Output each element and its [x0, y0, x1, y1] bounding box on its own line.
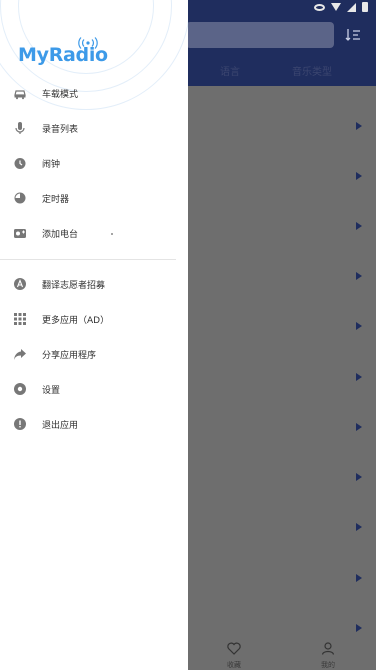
- alarm-clock-icon: [13, 156, 27, 170]
- translate-icon: [13, 277, 27, 291]
- navigation-drawer: MyRadio 车载模式 录音列表 闹钟 定时器 添加电台 翻译志愿者招募 更多…: [0, 0, 188, 670]
- divider: [0, 259, 176, 260]
- menu-item-recordings[interactable]: 录音列表: [0, 113, 188, 143]
- bottom-nav-profile[interactable]: 我的: [308, 640, 348, 670]
- row-arrow-icon[interactable]: [356, 322, 362, 330]
- menu-item-timer[interactable]: 定时器: [0, 183, 188, 213]
- status-bar: [314, 2, 368, 12]
- signal-icon: [347, 2, 356, 12]
- apps-grid-icon: [13, 312, 27, 326]
- menu-item-label: 更多应用（AD）: [42, 315, 110, 326]
- bottom-nav-label: 收藏: [227, 661, 241, 669]
- tab-music-genre[interactable]: 音乐类型: [292, 63, 332, 78]
- row-arrow-icon[interactable]: [356, 222, 362, 230]
- menu-item-label: 录音列表: [42, 124, 79, 135]
- wifi-icon: [331, 3, 341, 11]
- menu-item-car-mode[interactable]: 车载模式: [0, 78, 188, 108]
- menu-item-translate-volunteer[interactable]: 翻译志愿者招募: [0, 269, 188, 299]
- heart-icon: [227, 642, 241, 655]
- menu-item-label: 闹钟: [42, 159, 61, 170]
- antenna-icon: [78, 37, 98, 49]
- row-arrow-icon[interactable]: [356, 423, 362, 431]
- bottom-nav-favorites[interactable]: 收藏: [214, 640, 254, 670]
- row-arrow-icon[interactable]: [356, 122, 362, 130]
- car-icon: [13, 86, 27, 100]
- menu-item-label: 设置: [42, 385, 61, 396]
- settings-icon: [13, 382, 27, 396]
- row-arrow-icon[interactable]: [356, 172, 362, 180]
- exit-icon: [13, 417, 27, 431]
- row-arrow-icon[interactable]: [356, 574, 362, 582]
- row-arrow-icon[interactable]: [356, 272, 362, 280]
- person-icon: [321, 642, 335, 655]
- menu-item-label: 退出应用: [42, 420, 79, 431]
- dot-decoration: [111, 233, 113, 235]
- search-bar[interactable]: [186, 22, 334, 48]
- menu-item-settings[interactable]: 设置: [0, 374, 188, 404]
- eye-icon: [314, 3, 325, 11]
- menu-item-label: 车载模式: [42, 89, 79, 100]
- sort-icon[interactable]: [345, 27, 361, 43]
- microphone-icon: [13, 121, 27, 135]
- menu-item-label: 分享应用程序: [42, 350, 97, 361]
- menu-item-label: 翻译志愿者招募: [42, 280, 106, 291]
- menu-item-share-app[interactable]: 分享应用程序: [0, 339, 188, 369]
- battery-icon: [362, 2, 368, 12]
- menu-item-label: 添加电台: [42, 229, 79, 240]
- row-arrow-icon[interactable]: [356, 523, 362, 531]
- menu-item-label: 定时器: [42, 194, 70, 205]
- menu-item-more-apps[interactable]: 更多应用（AD）: [0, 304, 188, 334]
- row-arrow-icon[interactable]: [356, 473, 362, 481]
- timer-icon: [13, 191, 27, 205]
- row-arrow-icon[interactable]: [356, 624, 362, 632]
- bottom-nav-label: 我的: [321, 661, 335, 669]
- menu-item-exit-app[interactable]: 退出应用: [0, 409, 188, 439]
- menu-item-alarm[interactable]: 闹钟: [0, 148, 188, 178]
- menu-item-add-station[interactable]: 添加电台: [0, 218, 188, 248]
- row-arrow-icon[interactable]: [356, 373, 362, 381]
- share-icon: [13, 347, 27, 361]
- add-station-icon: [13, 226, 27, 240]
- tab-language[interactable]: 语言: [220, 63, 240, 78]
